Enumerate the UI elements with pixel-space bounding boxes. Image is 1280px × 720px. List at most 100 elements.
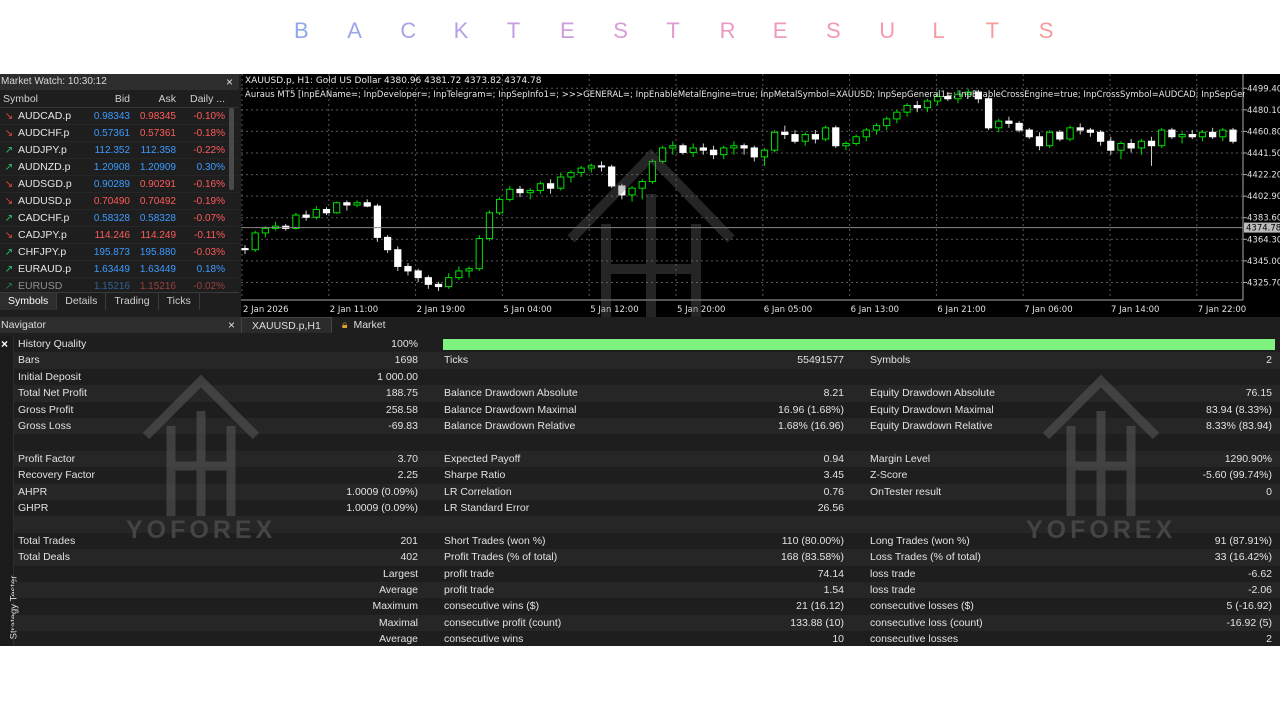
market-watch-row[interactable]: ↘ AUDSGD.p 0.90289 0.90291 -0.16% bbox=[0, 176, 239, 193]
column-bid[interactable]: Bid bbox=[86, 90, 132, 107]
market-watch-row[interactable]: ↗ CHFJPY.p 195.873 195.880 -0.03% bbox=[0, 244, 239, 261]
scrollbar[interactable] bbox=[229, 108, 234, 190]
result-label: GHPR bbox=[18, 502, 49, 514]
result-label: Gross Profit bbox=[18, 403, 74, 416]
candle-bear bbox=[699, 147, 707, 151]
ask-cell: 195.880 bbox=[139, 247, 176, 258]
result-value: 402 bbox=[400, 551, 418, 564]
candle-bear bbox=[984, 98, 993, 129]
time-label: 5 Jan 12:00 bbox=[590, 305, 638, 315]
market-watch-row[interactable]: ↗ AUDJPY.p 112.352 112.358 -0.22% bbox=[0, 142, 239, 159]
arrow-down-icon: ↘ bbox=[4, 229, 14, 241]
close-icon[interactable]: × bbox=[228, 317, 235, 333]
close-icon[interactable]: × bbox=[226, 74, 233, 90]
arrow-up-icon: ↗ bbox=[4, 246, 14, 258]
candlestick-chart[interactable]: 4499.40 4480.10 4460.80 4441.50 4422.20 4402.… bbox=[241, 74, 1280, 317]
time-label: 6 Jan 05:00 bbox=[764, 305, 812, 315]
bid-cell: 1.20908 bbox=[93, 162, 130, 173]
candle-bull bbox=[1117, 142, 1125, 151]
symbol-name: CHFJPY.p bbox=[18, 245, 67, 258]
tab-xauusd-chart[interactable]: XAUUSD.p,H1 bbox=[241, 317, 332, 333]
bid-cell: 0.70490 bbox=[93, 196, 130, 207]
result-value: 8.21 bbox=[823, 387, 844, 400]
daily-change-cell: -0.10% bbox=[193, 111, 225, 122]
candle-bull bbox=[638, 180, 646, 189]
result-value: 21 (16.12) bbox=[796, 600, 844, 613]
result-label: Equity Drawdown Absolute bbox=[870, 387, 995, 400]
candle-bear bbox=[1005, 120, 1013, 124]
candle-bull bbox=[1178, 134, 1186, 138]
result-value: 2.25 bbox=[397, 469, 418, 482]
candle-bear bbox=[1229, 129, 1237, 142]
close-icon[interactable]: × bbox=[1, 337, 8, 351]
title-letter: A bbox=[347, 18, 362, 43]
candle-bear bbox=[1147, 140, 1156, 147]
tab-ticks[interactable]: Ticks bbox=[159, 293, 200, 310]
result-label: consecutive wins ($) bbox=[444, 600, 540, 613]
result-value: 1.0009 (0.09%) bbox=[346, 485, 418, 498]
symbol-name: CADCHF.p bbox=[18, 211, 70, 224]
market-watch-row[interactable]: ↗ AUDNZD.p 1.20908 1.20909 0.30% bbox=[0, 159, 239, 176]
symbol-cell: ↘ CADJPY.p bbox=[0, 227, 86, 243]
price-chart[interactable]: 4499.40 4480.10 4460.80 4441.50 4422.20 4402.… bbox=[241, 74, 1280, 317]
tab-market-label: Market bbox=[353, 319, 386, 331]
daily-change-cell: -0.18% bbox=[193, 128, 225, 139]
result-label: Equity Drawdown Relative bbox=[870, 420, 993, 432]
market-watch-row[interactable]: ↘ AUDUSD.p 0.70490 0.70492 -0.19% bbox=[0, 193, 239, 210]
daily-change-cell: -0.16% bbox=[193, 179, 225, 190]
bid-cell: 114.246 bbox=[94, 230, 130, 241]
ask-cell: 114.249 bbox=[140, 230, 176, 241]
title-letter: K bbox=[453, 18, 469, 43]
candle-bull bbox=[628, 187, 636, 196]
column-daily[interactable]: Daily ... bbox=[178, 90, 228, 107]
chart-ea-params: Auraus MT5 [InpEAName=; InpDeveloper=; I… bbox=[245, 90, 1245, 100]
result-label: Gross Loss bbox=[18, 420, 72, 432]
title-letter: E bbox=[772, 18, 788, 43]
result-label: consecutive profit (count) bbox=[444, 616, 562, 629]
result-label: Expected Payoff bbox=[444, 452, 521, 465]
result-value: 26.56 bbox=[817, 502, 844, 514]
candle-bear bbox=[434, 283, 443, 288]
candle-bull bbox=[1219, 129, 1227, 138]
arrow-down-icon: ↘ bbox=[4, 110, 14, 122]
market-watch-row[interactable]: ↗ EURAUD.p 1.63449 1.63449 0.18% bbox=[0, 261, 239, 278]
ask-cell: 0.70492 bbox=[139, 196, 176, 207]
tab-market[interactable]: 🔒︎ Market bbox=[332, 317, 396, 333]
result-value: 3.45 bbox=[823, 469, 844, 482]
symbol-cell: ↘ AUDCHF.p bbox=[0, 125, 86, 141]
history-quality-bar bbox=[443, 339, 1275, 350]
tab-trading[interactable]: Trading bbox=[106, 293, 159, 310]
ask-cell: 0.57361 bbox=[139, 128, 176, 139]
result-value: 100% bbox=[391, 338, 418, 350]
time-label: 5 Jan 20:00 bbox=[677, 305, 725, 315]
price-label: 4402.90 bbox=[1247, 192, 1280, 202]
title-letter: C bbox=[400, 18, 417, 43]
result-value: 74.14 bbox=[817, 567, 844, 580]
result-value: Average bbox=[379, 584, 418, 596]
candle-bull bbox=[821, 127, 830, 140]
result-label: Loss Trades (% of total) bbox=[870, 551, 981, 564]
column-symbol[interactable]: Symbol bbox=[0, 90, 86, 107]
candle-bull bbox=[557, 176, 565, 189]
time-label: 2 Jan 2026 bbox=[243, 305, 289, 315]
title-letter: U bbox=[879, 18, 896, 43]
title-letter: T bbox=[666, 18, 680, 43]
result-value: -2.06 bbox=[1248, 584, 1272, 596]
result-value: 0.76 bbox=[823, 485, 844, 498]
market-watch-row[interactable]: ↘ CADJPY.p 114.246 114.249 -0.11% bbox=[0, 227, 239, 244]
market-watch-row[interactable]: ↘ AUDCAD.p 0.98343 0.98345 -0.10% bbox=[0, 108, 239, 125]
column-ask[interactable]: Ask bbox=[132, 90, 178, 107]
candle-bull bbox=[251, 232, 259, 251]
result-label: Z-Score bbox=[870, 469, 908, 482]
result-value: 258.58 bbox=[385, 403, 418, 416]
title-letter: S bbox=[1038, 18, 1054, 43]
market-watch-row[interactable]: ↗ CADCHF.p 0.58328 0.58328 -0.07% bbox=[0, 210, 239, 227]
market-watch-row[interactable]: ↘ AUDCHF.p 0.57361 0.57361 -0.18% bbox=[0, 125, 239, 142]
bid-cell: 112.352 bbox=[94, 145, 130, 156]
symbol-cell: ↘ AUDSGD.p bbox=[0, 176, 86, 192]
candle-bear bbox=[1086, 129, 1095, 133]
tab-symbols[interactable]: Symbols bbox=[0, 293, 58, 310]
candle-bear bbox=[781, 131, 789, 136]
result-label: loss trade bbox=[870, 567, 916, 580]
tab-details[interactable]: Details bbox=[57, 293, 107, 310]
